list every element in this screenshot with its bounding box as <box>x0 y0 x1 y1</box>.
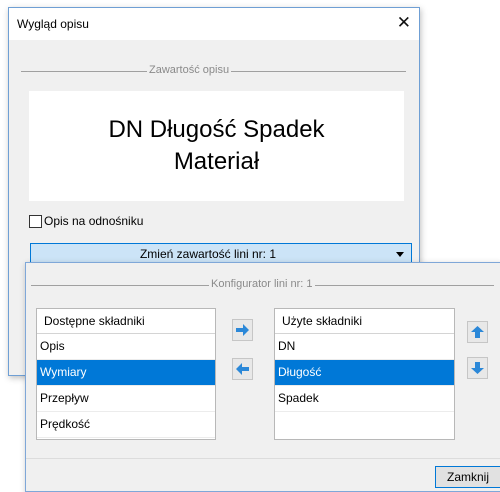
arrow-down-icon <box>471 362 484 374</box>
on-leader-label: Opis na odnośniku <box>44 214 144 228</box>
close-button[interactable]: Zamknij <box>435 466 500 488</box>
move-down-button[interactable] <box>467 357 488 379</box>
preview-text: DN Długość Spadek Materiał <box>29 114 404 178</box>
on-leader-checkbox[interactable] <box>29 215 42 228</box>
title-bar: Wygląd opisu ✕ <box>9 8 419 40</box>
move-up-button[interactable] <box>467 321 488 343</box>
content-group-caption: Zawartość opisu <box>147 64 232 76</box>
available-components-list[interactable]: Dostępne składniki Opis Wymiary Przepływ… <box>36 308 216 440</box>
available-list-header: Dostępne składniki <box>37 309 215 334</box>
list-item[interactable]: DN <box>275 334 454 360</box>
arrow-left-icon <box>236 363 249 375</box>
remove-component-button[interactable] <box>232 358 253 380</box>
close-icon[interactable]: ✕ <box>397 13 411 33</box>
line-configurator-dialog: Konfigurator lini nr: 1 Dostępne składni… <box>25 262 500 492</box>
arrow-up-icon <box>471 326 484 338</box>
list-item[interactable]: Długość <box>275 360 454 386</box>
list-item[interactable]: Spadek <box>275 386 454 412</box>
list-item[interactable]: Opis <box>37 334 215 360</box>
arrow-right-icon <box>236 324 249 336</box>
used-components-list[interactable]: Użyte składniki DN Długość Spadek <box>274 308 455 440</box>
list-item[interactable]: Przepływ <box>37 386 215 412</box>
dialog-title: Wygląd opisu <box>17 17 89 31</box>
configurator-group-caption: Konfigurator lini nr: 1 <box>209 278 315 290</box>
preview-line-1: DN Długość Spadek <box>108 116 325 143</box>
used-list-header: Użyte składniki <box>275 309 454 334</box>
line-select-value: Zmień zawartość lini nr: 1 <box>139 247 277 261</box>
list-item[interactable]: Wymiary <box>37 360 215 386</box>
preview-line-2: Materiał <box>173 148 260 175</box>
list-item[interactable]: Prędkość <box>37 412 215 438</box>
preview-panel: DN Długość Spadek Materiał <box>29 91 404 201</box>
add-component-button[interactable] <box>232 319 253 341</box>
chevron-down-icon <box>396 252 404 257</box>
dialog-footer <box>26 458 500 491</box>
